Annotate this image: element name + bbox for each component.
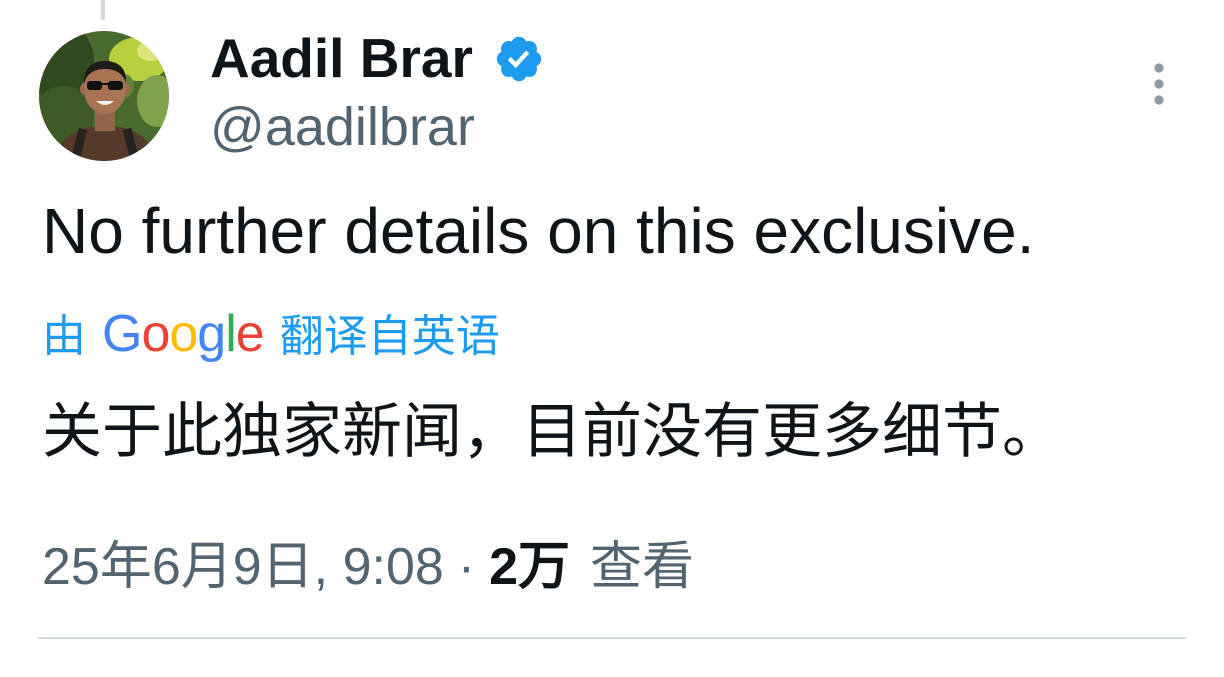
avatar-photo — [39, 31, 169, 161]
tweet-text: No further details on this exclusive. — [42, 195, 1035, 267]
google-logo-letter: G — [102, 305, 142, 363]
google-logo-letter: g — [197, 305, 226, 363]
google-logo-letter: e — [235, 305, 265, 363]
views-label: 查看 — [590, 538, 695, 596]
translated-tweet-text: 关于此独家新闻，目前没有更多细节。 — [42, 398, 1062, 465]
timestamp-link[interactable]: 25年6月9日, 9:08 — [42, 541, 444, 593]
google-logo-letter: l — [225, 305, 237, 363]
google-logo: Google — [102, 305, 265, 363]
google-logo-letter: o — [141, 305, 170, 363]
more-options-button[interactable] — [1139, 56, 1179, 112]
thread-connector-line — [101, 0, 105, 20]
views-count[interactable]: 2万 — [489, 541, 570, 593]
author-name-row: Aadil Brar — [210, 31, 545, 86]
translation-prefix: 由 — [42, 312, 86, 361]
divider — [38, 637, 1186, 639]
google-logo-letter: o — [169, 305, 198, 363]
meta-separator: · — [457, 538, 476, 596]
tweet-detail: Aadil Brar @aadilbrar No further details… — [0, 0, 1224, 677]
author-handle[interactable]: @aadilbrar — [210, 100, 475, 154]
more-vertical-icon — [1154, 63, 1164, 105]
tweet-meta: 25年6月9日, 9:08 · 2万 查看 — [42, 541, 694, 593]
translation-suffix: 翻译自英语 — [279, 312, 500, 361]
verified-badge-icon[interactable] — [493, 33, 545, 85]
author-name[interactable]: Aadil Brar — [210, 31, 473, 86]
translation-attribution: 由 Google 翻译自英语 — [42, 308, 500, 360]
avatar[interactable] — [39, 31, 169, 161]
